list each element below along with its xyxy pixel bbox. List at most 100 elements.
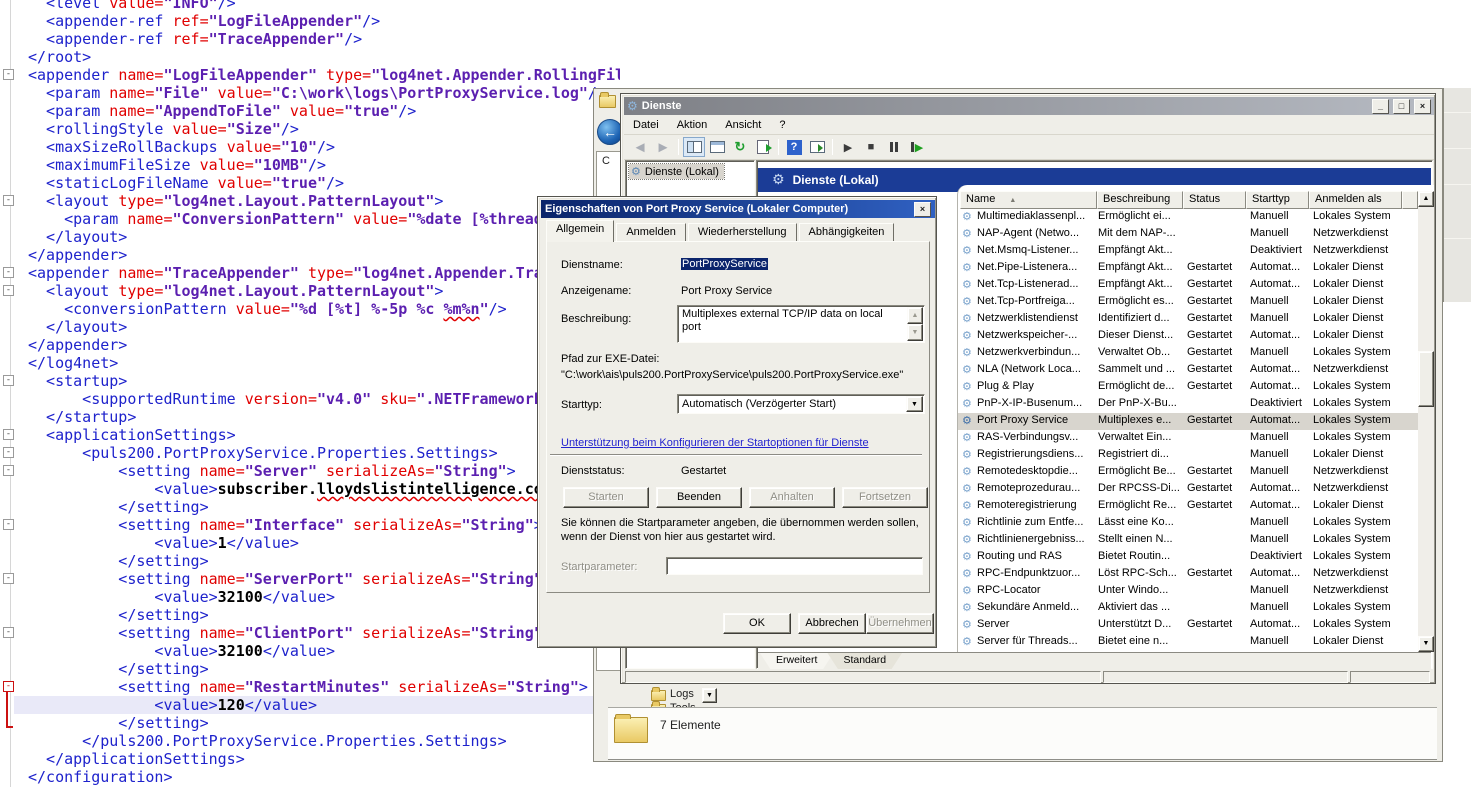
fold-collapse-icon[interactable]: - [3, 627, 14, 638]
code-line: </layout> [28, 228, 620, 246]
fold-collapse-icon[interactable]: - [3, 267, 14, 278]
service-row[interactable]: ⚙RPC-LocatorUnter Windo...ManuellNetzwer… [958, 583, 1418, 600]
menu-q[interactable]: ? [770, 117, 794, 133]
fold-collapse-icon[interactable]: - [3, 195, 14, 206]
tree-item-logs[interactable]: Logs [670, 688, 694, 700]
maximize-button[interactable]: □ [1393, 99, 1410, 114]
tab-abhängigkeiten[interactable]: Abhängigkeiten [799, 223, 895, 242]
column-header-blank[interactable] [1402, 191, 1418, 209]
start-service-icon[interactable]: ▶ [838, 138, 858, 156]
code-line: <value>120</value> [14, 696, 620, 714]
pause-service-icon[interactable] [884, 138, 904, 156]
combo-dropdown-icon[interactable]: ▼ [906, 396, 923, 412]
service-row[interactable]: ⚙Remoteprozedurau...Der RPCSS-Di...Gesta… [958, 481, 1418, 498]
menu-datei[interactable]: Datei [624, 117, 668, 133]
column-header-Beschreibung[interactable]: Beschreibung [1097, 191, 1183, 209]
desc-scroll-up-icon[interactable]: ▲ [907, 307, 923, 324]
description-field[interactable]: Multiplexes external TCP/IP data on loca… [677, 305, 925, 343]
service-description: Verwaltet Ein... [1098, 431, 1184, 443]
xml-editor[interactable]: - - - - - - - - - - - - <level value="INFO"/> <appe… [0, 0, 620, 787]
service-name: Net.Tcp-Listenerad... [977, 278, 1095, 290]
fold-collapse-icon[interactable]: - [3, 429, 14, 440]
service-row[interactable]: ⚙Sekundäre Anmeld...Aktiviert das ...Man… [958, 600, 1418, 617]
fold-collapse-icon[interactable]: - [3, 69, 14, 80]
stop-service-icon[interactable]: ■ [861, 138, 881, 156]
service-row[interactable]: ⚙NetzwerklistendienstIdentifiziert d...G… [958, 311, 1418, 328]
close-button[interactable]: × [1414, 99, 1431, 114]
cancel-button[interactable]: Abbrechen [798, 613, 866, 634]
start-params-input[interactable] [666, 557, 923, 575]
service-row[interactable]: ⚙Registrierungsdiens...Registriert di...… [958, 447, 1418, 464]
service-row[interactable]: ⚙RemoteregistrierungErmöglicht Re...Gest… [958, 498, 1418, 515]
code-line: </setting> [28, 552, 620, 570]
address-dropdown-button[interactable]: ▼ [702, 688, 717, 703]
service-row[interactable]: ⚙RAS-Verbindungsv...Verwaltet Ein...Manu… [958, 430, 1418, 447]
properties-dialog: Eigenschaften von Port Proxy Service (Lo… [537, 196, 937, 648]
service-row[interactable]: ⚙Netzwerkverbindun...Verwaltet Ob...Gest… [958, 345, 1418, 362]
menu-ansicht[interactable]: Ansicht [716, 117, 770, 133]
minimize-button[interactable]: _ [1372, 99, 1389, 114]
fold-collapse-icon[interactable]: - [3, 681, 14, 692]
service-row[interactable]: ⚙Net.Pipe-Listenera...Empfängt Akt...Ges… [958, 260, 1418, 277]
service-row[interactable]: ⚙NAP-Agent (Netwo...Mit dem NAP-...Manue… [958, 226, 1418, 243]
menu-aktion[interactable]: Aktion [668, 117, 717, 133]
view-tab-standard[interactable]: Standard [827, 653, 902, 669]
show-action-pane-icon[interactable] [807, 138, 827, 156]
dialog-close-button[interactable]: × [914, 202, 931, 217]
export-list-icon[interactable] [753, 138, 773, 156]
service-row[interactable]: ⚙Netzwerkspeicher-...Dieser Dienst...Ges… [958, 328, 1418, 345]
dialog-titlebar[interactable]: Eigenschaften von Port Proxy Service (Lo… [541, 200, 935, 218]
fold-collapse-icon[interactable]: - [3, 573, 14, 584]
tab-anmelden[interactable]: Anmelden [616, 223, 686, 242]
startup-options-help-link[interactable]: Unterstützung beim Konfigurieren der Sta… [561, 437, 869, 449]
tab-allgemein[interactable]: Allgemein [546, 220, 614, 242]
vertical-scrollbar[interactable]: ▲ ▼ [1418, 191, 1434, 652]
help-icon[interactable]: ? [784, 138, 804, 156]
service-row[interactable]: ⚙ServerUnterstützt D...GestartetAutomat.… [958, 617, 1418, 634]
code-line: </setting> [28, 498, 620, 516]
desc-scroll-down-icon[interactable]: ▼ [907, 324, 923, 341]
service-row[interactable]: ⚙Multimediaklassenpl...Ermöglicht ei...M… [958, 209, 1418, 226]
column-header-Anmelden als[interactable]: Anmelden als [1309, 191, 1402, 209]
tab-wiederherstellung[interactable]: Wiederherstellung [688, 223, 797, 242]
fold-collapse-icon[interactable]: - [3, 285, 14, 296]
column-header-Name[interactable]: Name▲ [960, 191, 1097, 209]
stop-button[interactable]: Beenden [656, 487, 742, 508]
service-row[interactable]: ⚙Net.Tcp-Listenerad...Empfängt Akt...Ges… [958, 277, 1418, 294]
back-icon[interactable]: ◄ [630, 138, 650, 156]
service-row[interactable]: ⚙Remotedesktopdie...Ermöglicht Be...Gest… [958, 464, 1418, 481]
code-line: <value>subscriber.lloydslistintelligence… [28, 480, 620, 498]
restart-service-icon[interactable]: ▶ [907, 138, 927, 156]
ok-button[interactable]: OK [723, 613, 791, 634]
scroll-down-button[interactable]: ▼ [1418, 636, 1434, 652]
service-row[interactable]: ⚙Net.Msmq-Listener...Empfängt Akt...Deak… [958, 243, 1418, 260]
scrollbar-thumb[interactable] [1418, 351, 1434, 407]
fold-collapse-icon[interactable]: - [3, 465, 14, 476]
tree-item-services-local[interactable]: ⚙ Dienste (Lokal) [629, 164, 724, 179]
service-row[interactable]: ⚙Routing und RASBietet Routin...Deaktivi… [958, 549, 1418, 566]
fold-collapse-icon[interactable]: - [3, 375, 14, 386]
service-row[interactable]: ⚙PnP-X-IP-Busenum...Der PnP-X-Bu...Deakt… [958, 396, 1418, 413]
show-console-tree-icon[interactable] [684, 138, 704, 156]
start-type-combobox[interactable]: Automatisch (Verzögerter Start) ▼ [677, 394, 925, 414]
view-tab-erweitert[interactable]: Erweitert [760, 653, 833, 669]
service-row[interactable]: ⚙Port Proxy ServiceMultiplexes e...Gesta… [958, 413, 1418, 430]
fold-collapse-icon[interactable]: - [3, 519, 14, 530]
column-header-Status[interactable]: Status [1183, 191, 1246, 209]
tree-folder-icon[interactable] [651, 690, 666, 701]
scroll-up-button[interactable]: ▲ [1418, 191, 1434, 207]
service-row[interactable]: ⚙Net.Tcp-Portfreiga...Ermöglicht es...Ge… [958, 294, 1418, 311]
code-area[interactable]: <level value="INFO"/> <appender-ref ref=… [28, 0, 620, 786]
service-row[interactable]: ⚙Richtlinienergebniss...Stellt einen N..… [958, 532, 1418, 549]
fold-collapse-icon[interactable]: - [3, 447, 14, 458]
forward-icon[interactable]: ► [653, 138, 673, 156]
column-header-Starttyp[interactable]: Starttyp [1246, 191, 1309, 209]
service-row[interactable]: ⚙Richtlinie zum Entfe...Lässt eine Ko...… [958, 515, 1418, 532]
refresh-icon[interactable]: ↻ [730, 138, 750, 156]
services-titlebar[interactable]: ⚙ Dienste _ □ × [624, 97, 1434, 115]
properties-icon[interactable] [707, 138, 727, 156]
service-row[interactable]: ⚙Server für Threads...Bietet eine n...Ma… [958, 634, 1418, 651]
service-row[interactable]: ⚙Plug & PlayErmöglicht de...GestartetAut… [958, 379, 1418, 396]
service-row[interactable]: ⚙NLA (Network Loca...Sammelt und ...Gest… [958, 362, 1418, 379]
service-row[interactable]: ⚙RPC-Endpunktzuor...Löst RPC-Sch...Gesta… [958, 566, 1418, 583]
